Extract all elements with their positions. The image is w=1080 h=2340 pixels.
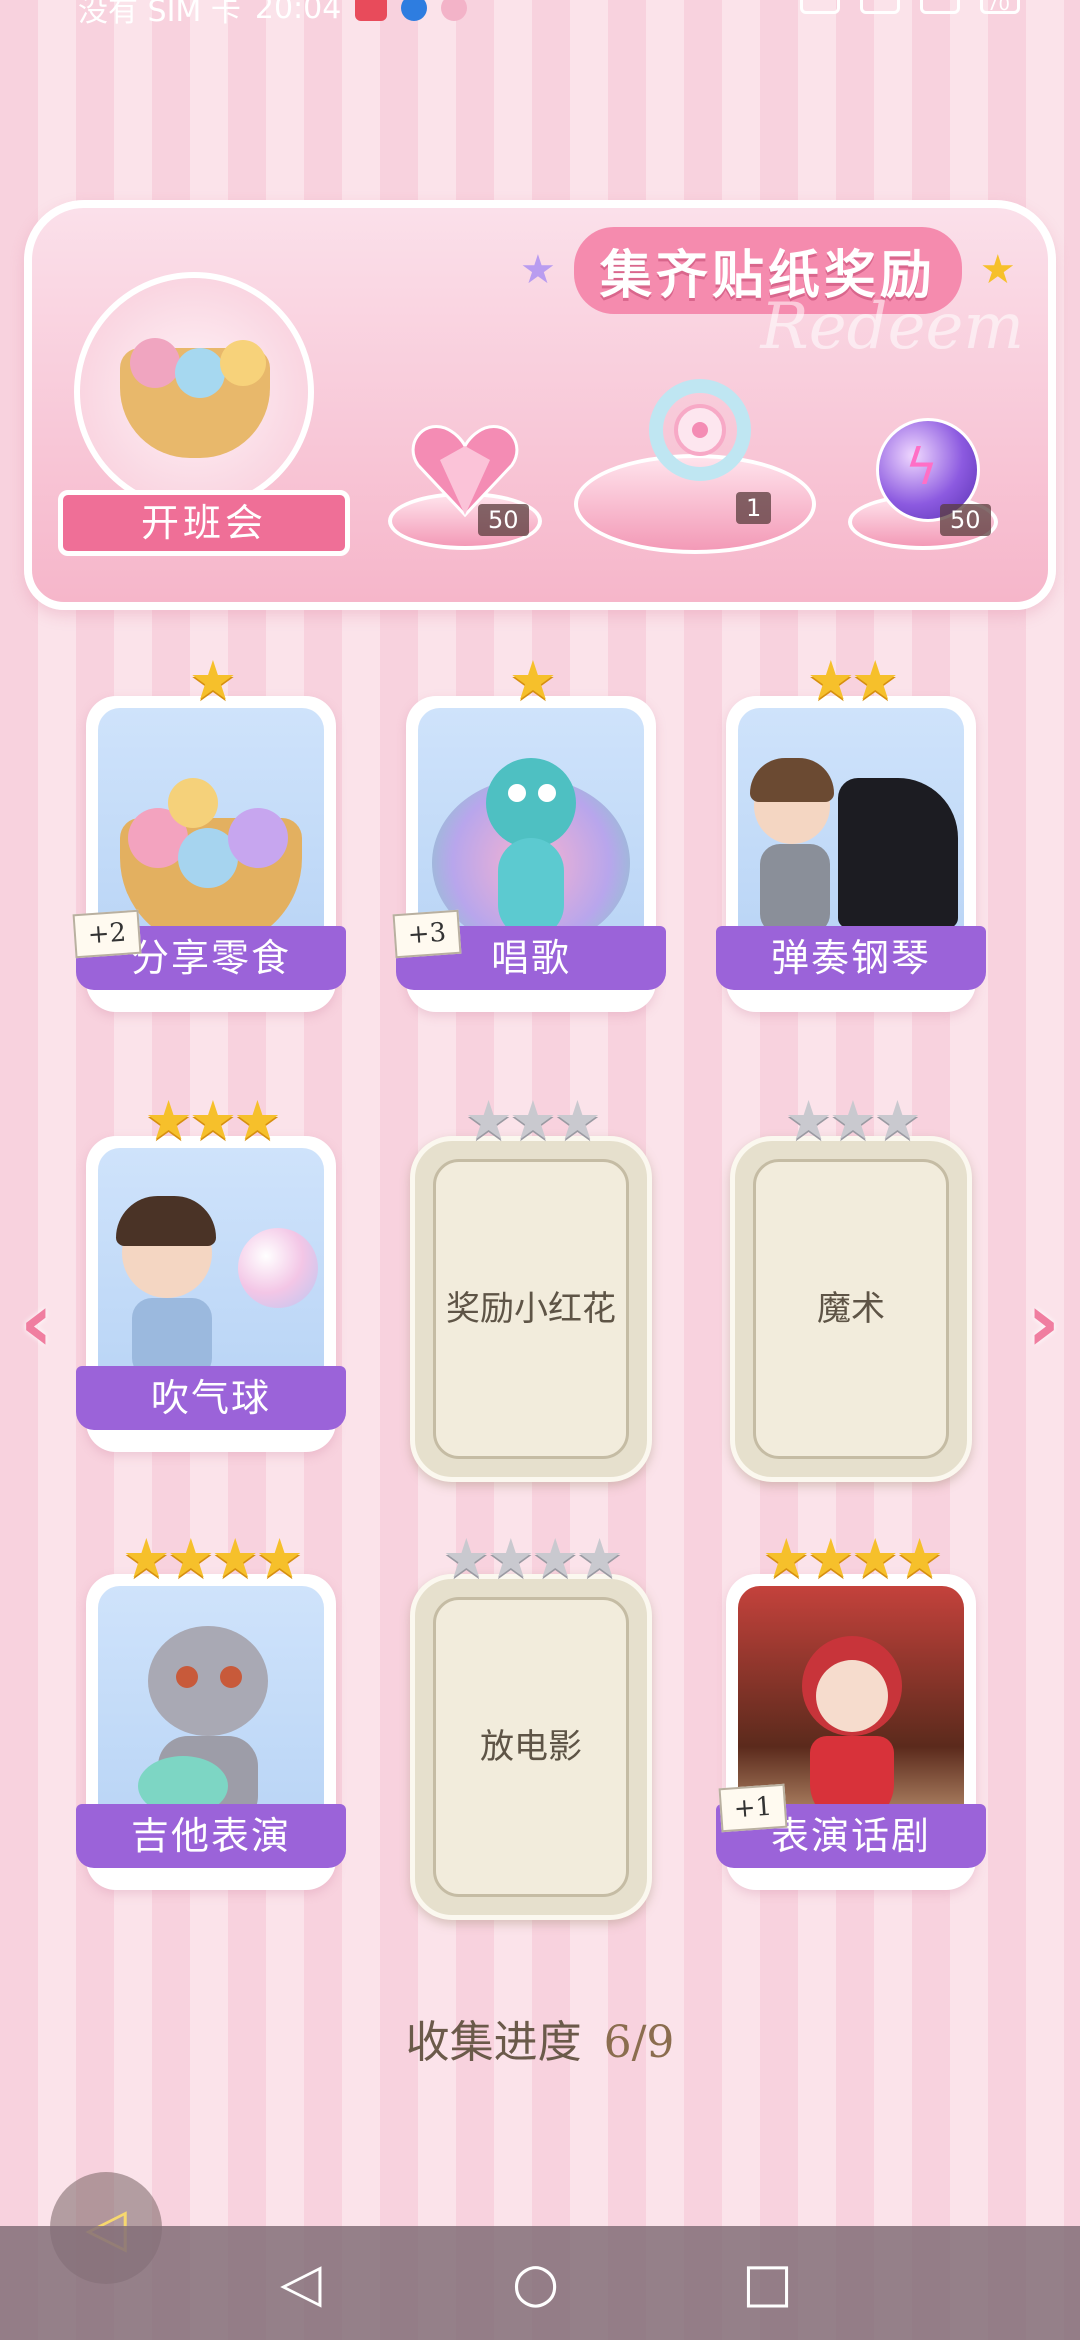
- crystal-ring-icon: [649, 379, 751, 481]
- card-stars: ★★: [806, 649, 900, 712]
- sticker-card[interactable]: ★★★★ 吉他表演: [76, 1532, 346, 1890]
- locked-frame: 奖励小红花: [410, 1136, 652, 1482]
- sticker-card[interactable]: ★★★ 吹气球: [76, 1094, 346, 1452]
- card-stars: ★★★★: [442, 1527, 624, 1590]
- card-stars: ★★★★: [122, 1527, 304, 1590]
- redeem-watermark: Redeem: [760, 290, 1024, 364]
- class-meeting-label: 开班会: [58, 490, 350, 556]
- battery-icon: 70: [980, 0, 1020, 15]
- nav-back-button[interactable]: ◁: [280, 2256, 322, 2310]
- bonus-tag: +3: [392, 909, 462, 959]
- bonus-tag: +2: [72, 909, 142, 959]
- battery-level: 70: [987, 0, 1010, 15]
- card-label: 弹奏钢琴: [716, 926, 986, 990]
- sticker-card[interactable]: ★ 唱歌 +3: [392, 654, 666, 1012]
- sticker-grid: ★ 分享零食 +2 ★ 唱歌 +3 ★★ 弹奏钢琴 ★★★ 吹气球 奖励小红花 …: [72, 654, 996, 1960]
- locked-frame: 放电影: [410, 1574, 652, 1920]
- prev-page-arrow-icon[interactable]: ‹: [20, 1276, 53, 1369]
- card-stars: ★★★: [464, 1089, 601, 1152]
- app-notification-icon: [355, 0, 388, 21]
- card-stars: ★: [188, 649, 237, 712]
- card-stars: ★★★: [784, 1089, 921, 1152]
- snack-basket-icon: [74, 272, 314, 512]
- browser-notification-icon: [401, 0, 428, 21]
- crystal-ring-count: 1: [736, 492, 772, 524]
- lightning-orb-count: 50: [940, 504, 991, 536]
- clock: 20:04: [254, 0, 342, 26]
- status-bar: 没有 SIM 卡 20:04 70: [0, 0, 1080, 30]
- avatar-notification-icon: [441, 0, 468, 21]
- next-page-arrow-icon[interactable]: ›: [1027, 1276, 1060, 1369]
- locked-card-label: 放电影: [480, 1727, 582, 1767]
- class-meeting-badge[interactable]: 开班会: [58, 262, 350, 562]
- bonus-tag: +1: [718, 1783, 788, 1833]
- heart-gem-count: 50: [478, 504, 529, 536]
- sticker-card[interactable]: ★★ 弹奏钢琴: [716, 654, 986, 1012]
- collection-progress: 收集进度 6/9: [0, 2006, 1080, 2070]
- locked-card-label: 魔术: [817, 1289, 885, 1329]
- locked-card-label: 奖励小红花: [446, 1289, 616, 1329]
- card-stars: ★★★: [144, 1089, 281, 1152]
- mute-icon: [860, 0, 900, 14]
- locked-sticker-card[interactable]: 奖励小红花 ★★★: [406, 1094, 656, 1482]
- nav-home-button[interactable]: ○: [512, 2256, 559, 2310]
- locked-sticker-card[interactable]: 魔术 ★★★: [726, 1094, 976, 1482]
- locked-frame: 魔术: [730, 1136, 972, 1482]
- carrier-text: 没有 SIM 卡: [78, 0, 241, 29]
- system-nav-bar: ◁ ○ □: [0, 2226, 1080, 2340]
- nav-recents-button[interactable]: □: [742, 2256, 793, 2310]
- card-label: 吉他表演: [76, 1804, 346, 1868]
- gold-star-icon: ★: [979, 247, 1016, 293]
- card-stars: ★: [508, 649, 557, 712]
- lightning-icon: ϟ: [905, 438, 938, 496]
- card-stars: ★★★★: [762, 1527, 944, 1590]
- progress-label: 收集进度: [405, 2017, 582, 2068]
- sticker-card[interactable]: ★ 分享零食 +2: [72, 654, 346, 1012]
- purple-star-icon: ★: [520, 247, 556, 293]
- sticker-card[interactable]: ★★★★ 表演话剧 +1: [716, 1532, 986, 1890]
- locked-sticker-card[interactable]: 放电影 ★★★★: [406, 1532, 656, 1920]
- wifi-icon: [800, 0, 840, 14]
- signal-icon: [920, 0, 960, 14]
- card-label: 吹气球: [76, 1366, 346, 1430]
- progress-value: 6/9: [603, 2017, 675, 2068]
